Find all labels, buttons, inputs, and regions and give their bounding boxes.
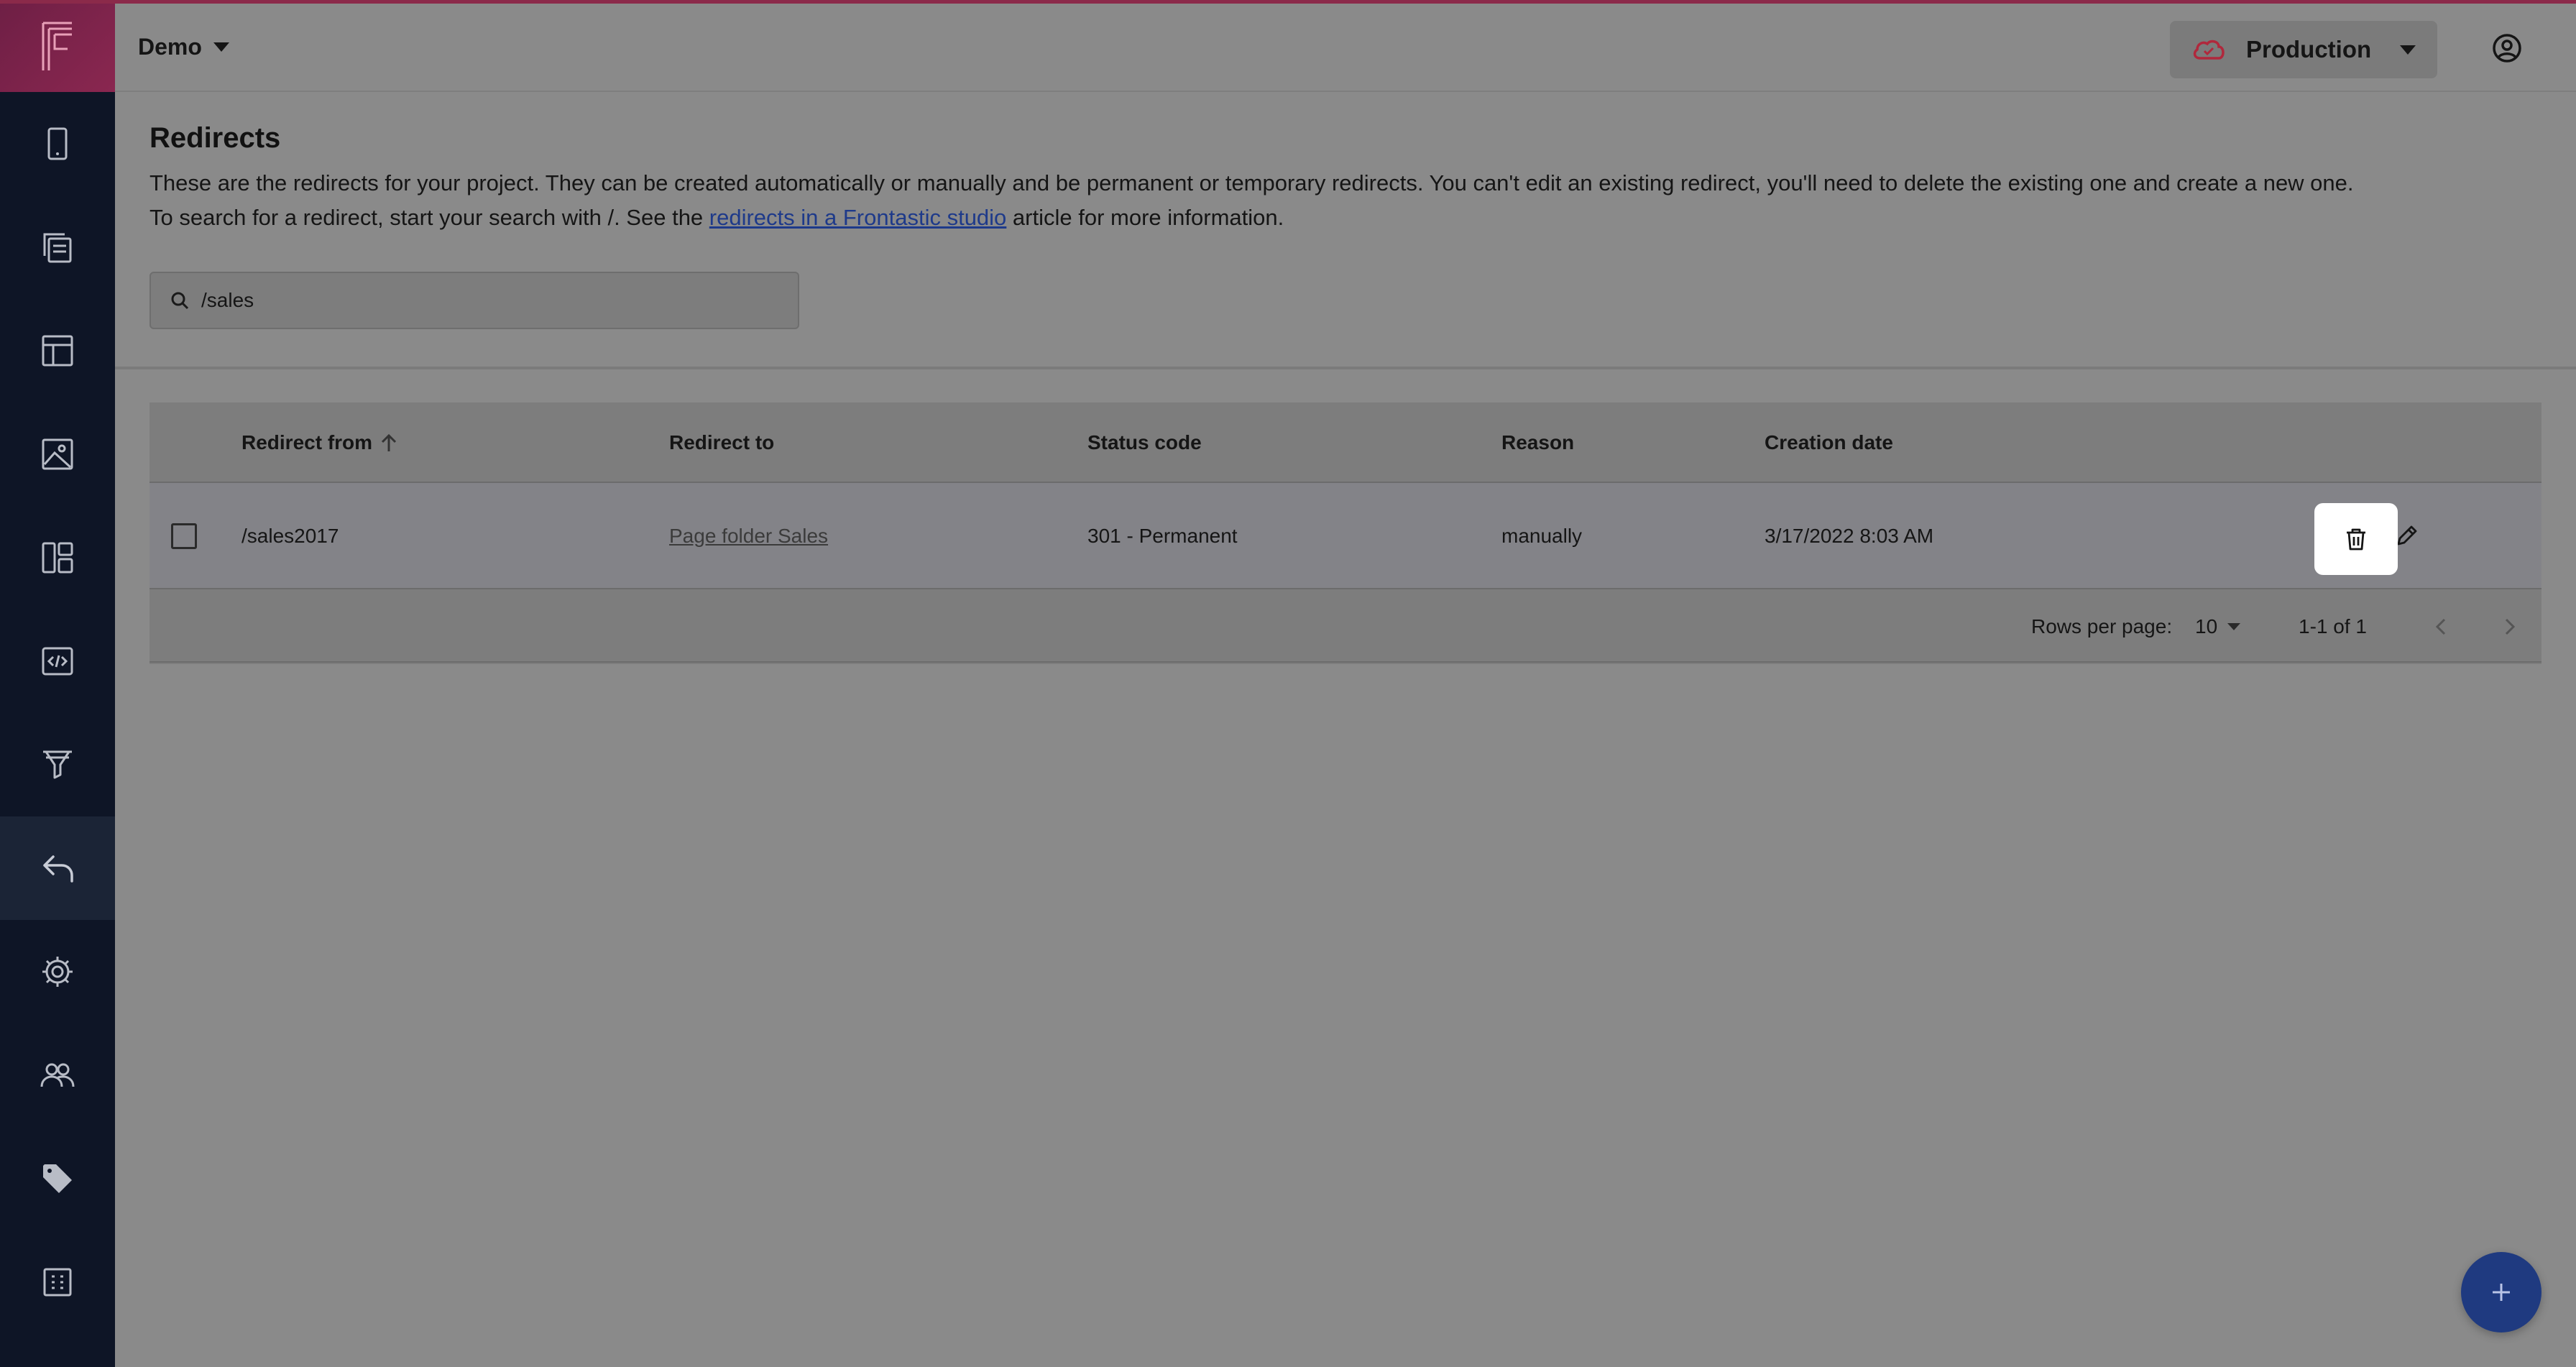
help-article-link[interactable]: redirects in a Frontastic studio (709, 205, 1007, 230)
sidebar-item-layouts[interactable] (0, 299, 115, 402)
rows-per-page-value: 10 (2195, 615, 2218, 638)
pagination-range: 1-1 of 1 (2299, 615, 2367, 638)
sidebar-item-filters[interactable] (0, 713, 115, 816)
chevron-right-icon (2505, 618, 2516, 635)
sidebar-item-devices[interactable] (0, 92, 115, 195)
previous-page-button[interactable] (2425, 609, 2457, 644)
top-header: Demo Production (115, 4, 2576, 92)
chevron-down-icon (2400, 45, 2416, 55)
search-input[interactable]: /sales (150, 272, 799, 329)
funnel-icon (43, 750, 72, 779)
column-label: Creation date (1765, 431, 1893, 454)
cell-creation-date: 3/17/2022 8:03 AM (1765, 525, 1934, 547)
column-label: Redirect from (242, 431, 373, 454)
hint-prefix: To search for a redirect, start your sea… (150, 205, 709, 230)
app-root: Demo Production Redirects These are the … (0, 0, 2576, 1367)
frontastic-logo-icon (42, 22, 72, 70)
environment-label: Production (2246, 36, 2372, 63)
plus-icon (2493, 1284, 2510, 1301)
project-name: Demo (138, 33, 202, 60)
chevron-down-icon (2227, 623, 2241, 630)
search-icon (171, 292, 189, 310)
redirect-icon (43, 855, 73, 883)
sidebar-item-settings[interactable] (0, 920, 115, 1023)
rows-per-page-select[interactable]: 10 (2195, 615, 2241, 638)
column-header-redirect-to[interactable]: Redirect to (669, 431, 774, 454)
user-avatar-icon (2493, 34, 2521, 63)
sidebar-item-dashboard[interactable] (0, 506, 115, 609)
user-account-button[interactable] (2487, 28, 2527, 68)
pagination: Rows per page: 10 1-1 of 1 (150, 589, 2542, 663)
media-icon (42, 438, 73, 470)
layout-icon (42, 335, 73, 367)
sidebar-item-redirects[interactable] (0, 816, 115, 920)
sort-ascending-icon (381, 433, 397, 451)
sidebar-item-developer[interactable] (0, 609, 115, 713)
pages-copy-icon (43, 233, 72, 263)
cell-reason: manually (1501, 525, 1583, 547)
gear-icon (42, 957, 73, 987)
column-header-status-code[interactable]: Status code (1087, 431, 1202, 454)
environment-selector[interactable]: Production (2170, 21, 2437, 78)
pencil-icon (2397, 525, 2417, 546)
chevron-down-icon (213, 42, 229, 52)
cell-redirect-from: /sales2017 (242, 525, 339, 547)
phone-icon (47, 127, 68, 160)
next-page-button[interactable] (2494, 609, 2526, 644)
chevron-left-icon (2435, 618, 2446, 635)
page-description-search-hint: To search for a redirect, start your sea… (150, 201, 2521, 235)
column-header-redirect-from[interactable]: Redirect from (242, 431, 398, 454)
search-input-value: /sales (201, 289, 254, 311)
apps-icon (43, 1268, 72, 1297)
project-selector[interactable]: Demo (138, 25, 229, 68)
sidebar-item-apps[interactable] (0, 1230, 115, 1334)
sidebar-item-media[interactable] (0, 402, 115, 506)
table-row[interactable]: /sales2017 Page folder Sales 301 - Perma… (150, 483, 2542, 589)
section-divider (115, 367, 2576, 369)
users-icon (40, 1063, 75, 1087)
cell-redirect-to-link[interactable]: Page folder Sales (669, 525, 828, 548)
tag-icon (43, 1164, 72, 1193)
top-accent-bar (0, 0, 2576, 4)
page-intro: Redirects These are the redirects for yo… (150, 122, 2521, 235)
hint-suffix: article for more information. (1006, 205, 1284, 230)
delete-button[interactable] (2314, 503, 2398, 575)
column-label: Reason (1501, 431, 1575, 454)
sidebar-item-users[interactable] (0, 1023, 115, 1127)
rows-per-page-label: Rows per page: (2031, 615, 2173, 638)
sidebar-item-pages[interactable] (0, 195, 115, 299)
cloud-icon (2193, 40, 2225, 60)
page-description: These are the redirects for your project… (150, 170, 2354, 195)
page-title: Redirects (150, 122, 281, 154)
cell-status-code: 301 - Permanent (1087, 525, 1238, 547)
column-label: Redirect to (669, 431, 775, 454)
row-select-checkbox[interactable] (171, 523, 197, 549)
dashboard-icon (42, 542, 73, 574)
code-icon (42, 647, 73, 676)
logo[interactable] (0, 0, 115, 92)
redirects-table: Redirect from Redirect to Status code Re… (150, 402, 2542, 664)
column-header-creation-date[interactable]: Creation date (1765, 431, 1893, 454)
column-label: Status code (1087, 431, 1202, 454)
trash-icon (2347, 528, 2365, 551)
table-header: Redirect from Redirect to Status code Re… (150, 402, 2542, 483)
add-redirect-button[interactable] (2461, 1252, 2542, 1333)
sidebar-item-tags[interactable] (0, 1127, 115, 1230)
column-header-reason[interactable]: Reason (1501, 431, 1574, 454)
sidebar (0, 0, 115, 1367)
